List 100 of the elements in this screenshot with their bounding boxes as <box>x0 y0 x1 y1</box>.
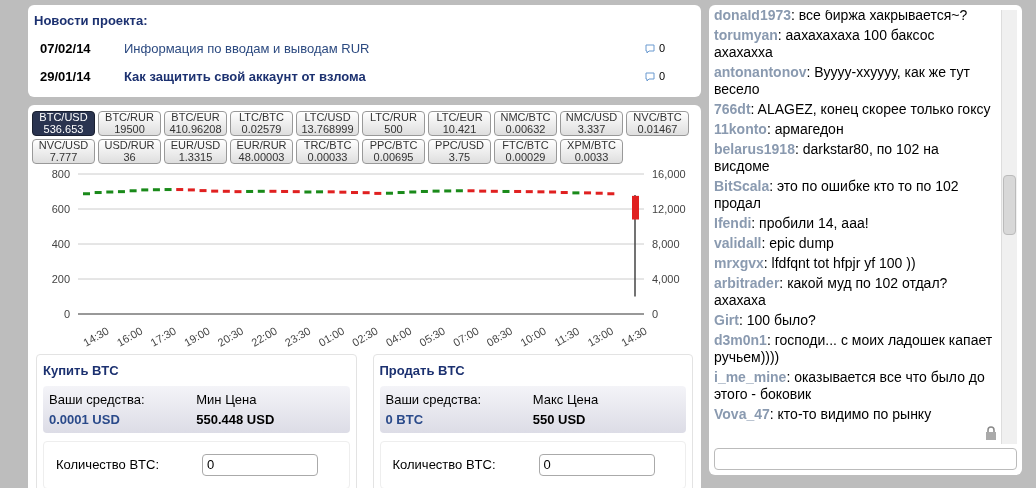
candle <box>269 189 277 193</box>
axis-label: 400 <box>51 237 70 250</box>
scrollbar[interactable] <box>1001 10 1017 444</box>
amount-label: Количество BTC: <box>56 456 161 474</box>
chat-message: BitScala: это по ошибке кто то по 102 продал <box>714 178 960 212</box>
chat-message: 11konto: армагедон <box>714 121 845 138</box>
candle <box>106 190 114 193</box>
candle <box>94 190 102 194</box>
candle <box>129 188 137 192</box>
pair-tab[interactable]: BTC/EUR 410.96208 <box>164 110 227 136</box>
candle <box>479 189 487 193</box>
comment-icon <box>644 43 655 54</box>
pair-tab[interactable]: LTC/BTC 0.02579 <box>230 110 293 136</box>
price-label: Макс Цена <box>532 391 600 409</box>
axis-label: 0 <box>652 307 659 320</box>
candle <box>281 189 289 193</box>
candle <box>514 189 522 193</box>
candle <box>455 188 463 192</box>
chat-message: Girt: 100 было? <box>714 312 817 329</box>
funds-value: 0 BTC <box>385 410 425 429</box>
news-link[interactable]: Как защитить свой аккаунт от взлома <box>124 66 366 87</box>
axis-label: 16,000 <box>652 167 686 180</box>
chat-message: 766dt: ALAGEZ, конец скорее только гоксу <box>714 101 992 118</box>
candle <box>292 189 300 193</box>
pair-tab[interactable]: USD/RUR 36 <box>98 138 161 164</box>
candle <box>374 191 382 195</box>
comment-icon <box>644 71 655 82</box>
candle <box>199 188 207 192</box>
candle <box>444 188 452 192</box>
candle <box>432 189 440 193</box>
pair-tab[interactable]: EUR/USD 1.3315 <box>164 138 227 164</box>
candle <box>584 190 592 194</box>
news-date: 29/01/14 <box>40 67 92 86</box>
pair-tab[interactable]: NVC/BTC 0.01467 <box>626 110 689 136</box>
candle <box>176 187 184 191</box>
chat-input[interactable] <box>714 448 1017 470</box>
axis-label: 11:30 <box>552 324 582 348</box>
candle <box>467 188 475 192</box>
price-value: 550 USD <box>532 410 587 429</box>
pair-tab[interactable]: PPC/USD 3.75 <box>428 138 491 164</box>
pair-tab[interactable]: XPM/BTC 0.0033 <box>560 138 623 164</box>
candle <box>409 190 417 193</box>
candle <box>525 189 533 193</box>
pair-tab[interactable]: FTC/BTC 0.00029 <box>494 138 557 164</box>
chat-message: antonantonov: Вуууу-ххуууу, как же тут весело <box>714 64 971 98</box>
chat-message: i_me_mine: оказывается все что было до этого - боковик <box>714 369 986 403</box>
candle <box>351 190 358 194</box>
candle <box>490 189 498 193</box>
candle <box>316 189 324 193</box>
chat-message: donald1973: все биржа хакрывается~? <box>714 10 969 24</box>
candle <box>257 189 265 193</box>
pair-tab[interactable]: NVC/USD 7.777 <box>32 138 95 164</box>
comment-count: 0 <box>658 69 665 85</box>
candle <box>385 191 393 195</box>
candle <box>572 190 580 194</box>
lock-icon <box>985 426 997 440</box>
axis-label: 600 <box>51 202 70 215</box>
candle <box>164 187 172 191</box>
pair-tab[interactable]: NMC/USD 3.337 <box>560 110 623 136</box>
candle <box>222 189 230 193</box>
chat-message: Vova_47: кто-то видимо по рынку <box>714 406 933 423</box>
news-link[interactable]: Информация по вводам и выводам RUR <box>124 38 370 59</box>
candle <box>549 190 557 193</box>
candle <box>187 187 195 191</box>
candle <box>607 191 615 195</box>
pair-tab[interactable]: LTC/EUR 10.421 <box>428 110 491 136</box>
pair-tab[interactable]: BTC/RUR 19500 <box>98 110 161 136</box>
candle <box>327 189 335 193</box>
pair-tab[interactable]: NMC/BTC 0.00632 <box>494 110 557 136</box>
candle <box>117 189 125 193</box>
pair-tab[interactable]: PPC/BTC 0.00695 <box>362 138 425 164</box>
amount-label: Количество BTC: <box>392 456 497 474</box>
candle <box>83 191 90 195</box>
pair-tab[interactable]: LTC/RUR 500 <box>362 110 425 136</box>
candle <box>152 187 160 191</box>
pair-tab[interactable]: BTC/USD 536.653 <box>32 110 95 136</box>
chat-message: mrxgvx: lfdfqnt tot hfpjr yf 100 )) <box>714 255 917 272</box>
pair-tab[interactable]: EUR/RUR 48.00003 <box>230 138 293 164</box>
pair-tab[interactable]: LTC/USD 13.768999 <box>296 110 359 136</box>
axis-label: 08:30 <box>484 323 515 349</box>
panel-title: Купить BTC <box>43 361 120 380</box>
axis-label: 12,000 <box>652 202 686 215</box>
funds-label: Ваши средства: <box>49 391 146 409</box>
amount-field[interactable]: 0 <box>202 454 318 476</box>
chat-message: d3m0n1: господи... с моих ладошек капает ручьем)))) <box>714 332 994 366</box>
candle <box>537 189 545 193</box>
chat-message: arbitrader: какой муд по 102 отдал? ахахаха <box>714 275 949 309</box>
candle <box>211 189 219 193</box>
candle <box>397 190 405 194</box>
chat-message: Ifendi: пробили 14, ааа! <box>714 215 870 232</box>
news-date: 07/02/14 <box>40 39 92 58</box>
candle <box>339 190 347 194</box>
comment-count: 0 <box>658 41 665 57</box>
amount-field[interactable]: 0 <box>538 454 655 476</box>
panel-title: Новости проекта: <box>34 12 149 30</box>
axis-label: 800 <box>51 167 70 180</box>
candle <box>304 190 312 193</box>
chat-message: belarus1918: darkstar80, по 102 на висдоме <box>714 141 940 175</box>
pair-tab[interactable]: TRC/BTC 0.00033 <box>296 138 359 164</box>
funds-label: Ваши средства: <box>385 391 483 409</box>
